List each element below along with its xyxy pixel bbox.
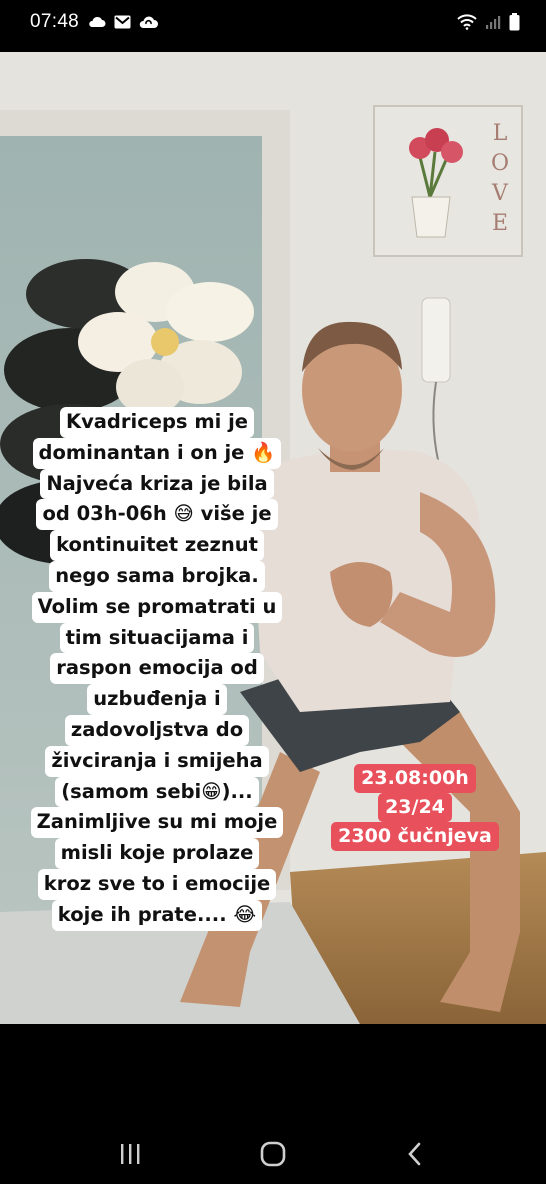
caption-line: Najveća kriza je bila [40,468,274,500]
signal-icon [486,16,501,29]
caption-line: uzbuđenja i [87,684,227,715]
caption-line: tim situacijama i [59,622,255,654]
tag-time: 23.08:00h [354,764,476,793]
caption-line: zadovoljstva do [64,714,250,746]
navigation-bar [0,1120,546,1184]
wifi-icon [457,14,477,30]
battery-icon [509,13,520,31]
home-icon [260,1141,286,1167]
caption-line: kontinuitet zeznut [50,530,264,561]
wall-picture: L O V E [373,105,523,257]
caption-line: (samom sebi😁)... [55,776,259,808]
recent-apps-icon [121,1144,140,1164]
caption-line: kroz sve to i emocije [37,868,277,900]
caption-line: od 03h-06h 😅 više je [36,499,278,531]
caption-line: nego sama brojka. [49,560,265,592]
notification-icons [88,13,158,31]
caption-line: Volim se promatrati u [31,591,283,623]
caption-line: koje ih prate.... 😂 [51,899,263,931]
status-bar: 07:48 [0,0,546,44]
home-button[interactable] [256,1138,290,1170]
story-caption: Kvadriceps mi je dominantan i on je 🔥 Na… [22,407,292,931]
tag-progress: 23/24 [378,793,452,822]
caption-line: živciranja i smijeha [45,745,269,777]
caption-line: Zanimljive su mi moje [30,807,284,839]
gmail-icon [114,15,131,29]
tag-squat-count: 2300 čučnjeva [331,822,499,851]
status-time: 07:48 [30,11,80,32]
caption-line: dominantan i on je 🔥 [32,437,282,469]
back-button[interactable] [398,1138,432,1170]
svg-text:O: O [491,151,509,176]
cloud-sync-icon [139,16,158,28]
caption-line: misli koje prolaze [54,838,260,869]
system-icons [457,12,520,32]
recent-apps-button[interactable] [113,1138,147,1170]
svg-text:V: V [491,181,509,206]
caption-line: raspon emocija od [50,653,264,685]
intercom [421,297,451,383]
story-media[interactable]: L O V E Kvadriceps mi je dominantan i on… [0,52,546,1024]
svg-text:E: E [492,211,508,236]
svg-text:L: L [493,121,508,146]
cloud-icon [89,16,106,27]
back-icon [408,1142,421,1166]
story-stats-tag: 23.08:00h 23/24 2300 čučnjeva [320,764,510,851]
caption-line: Kvadriceps mi je [59,407,255,438]
